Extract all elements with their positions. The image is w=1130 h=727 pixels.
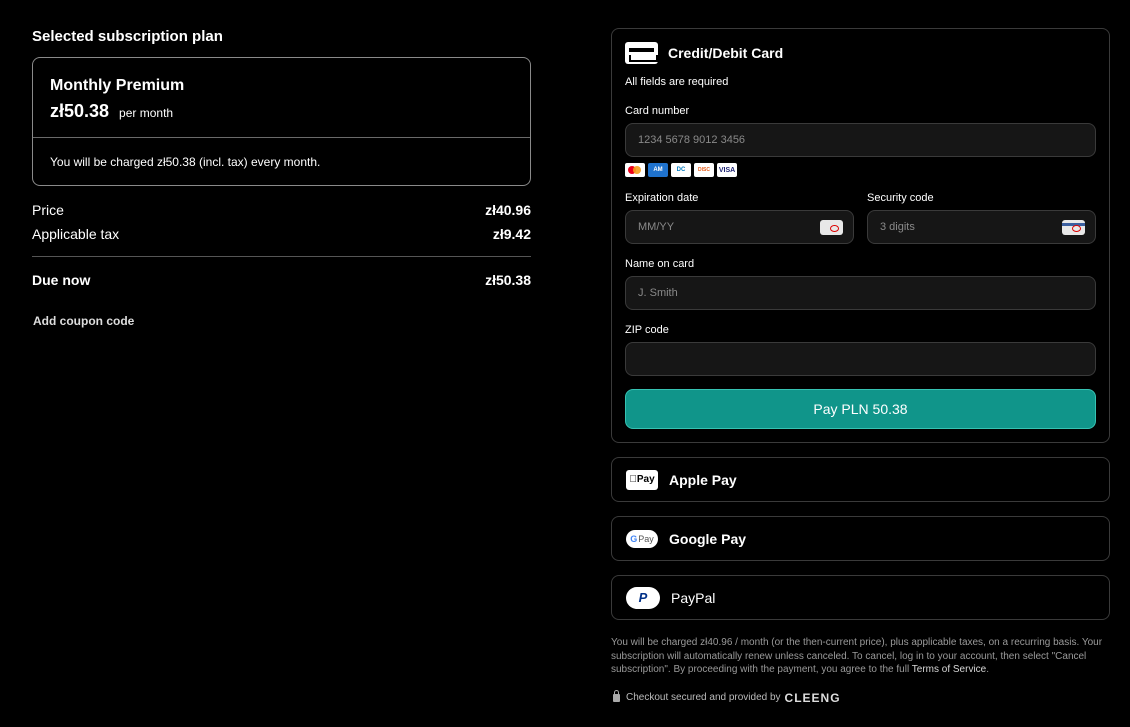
price-value: zł40.96 <box>485 202 531 218</box>
security-code-label: Security code <box>867 192 934 204</box>
apple-pay-icon: Pay <box>626 469 658 490</box>
security-code-input[interactable]: 3 digits <box>867 210 1096 244</box>
add-coupon-link[interactable]: Add coupon code <box>33 314 134 328</box>
lock-icon <box>613 689 620 702</box>
card-number-input[interactable]: 1234 5678 9012 3456 <box>625 123 1096 157</box>
section-title: Selected subscription plan <box>32 28 223 45</box>
divider <box>32 256 531 257</box>
name-on-card-label: Name on card <box>625 258 695 270</box>
amex-icon: AM <box>648 163 668 177</box>
tax-label: Applicable tax <box>32 226 120 242</box>
card-payment-panel: Credit/Debit Card All fields are require… <box>611 28 1110 443</box>
expiration-placeholder: MM/YY <box>638 221 675 233</box>
cleeng-logo: CLEENG <box>784 690 841 705</box>
secured-text: Checkout secured and provided by <box>626 692 781 703</box>
due-row: Due now zł50.38 <box>32 271 531 289</box>
security-placeholder: 3 digits <box>880 221 915 233</box>
card-brands: AM DC DISC VISA <box>625 163 1096 177</box>
apple-pay-label: Apple Pay <box>669 471 737 488</box>
card-number-label: Card number <box>625 105 690 117</box>
mastercard-icon <box>625 163 645 177</box>
expiry-security-row: Expiration date MM/YY Security code 3 di… <box>625 191 1096 244</box>
order-summary: Selected subscription plan Monthly Premi… <box>32 28 531 330</box>
paypal-option[interactable]: P PayPal <box>611 575 1110 620</box>
legal-body: You will be charged zł40.96 / month (or … <box>611 637 1103 675</box>
plan-card: Monthly Premium zł50.38 per month You wi… <box>32 57 531 186</box>
price-row: Price zł40.96 <box>32 201 531 219</box>
card-panel-header[interactable]: Credit/Debit Card <box>625 29 1096 74</box>
price-label: Price <box>32 202 64 218</box>
expiration-label: Expiration date <box>625 192 699 204</box>
google-pay-icon: G Pay <box>626 529 658 548</box>
security-group: Security code 3 digits <box>867 191 1096 244</box>
credit-card-icon <box>625 41 658 64</box>
google-pay-option[interactable]: G Pay Google Pay <box>611 516 1110 561</box>
due-label: Due now <box>32 272 91 288</box>
expiry-group: Expiration date MM/YY <box>625 191 854 244</box>
terms-of-service-link[interactable]: Terms of Service <box>912 664 986 675</box>
card-expiry-icon <box>820 220 843 235</box>
diners-club-icon: DC <box>671 163 691 177</box>
paypal-label: PayPal <box>671 589 716 606</box>
expiration-input[interactable]: MM/YY <box>625 210 854 244</box>
apple-pay-option[interactable]: Pay Apple Pay <box>611 457 1110 502</box>
charge-note: You will be charged zł50.38 (incl. tax) … <box>50 155 321 169</box>
name-on-card-input[interactable]: J. Smith <box>625 276 1096 310</box>
zip-code-input[interactable] <box>625 342 1096 376</box>
plan-header: Monthly Premium zł50.38 per month <box>33 58 530 138</box>
due-value: zł50.38 <box>485 272 531 288</box>
pay-button[interactable]: Pay PLN 50.38 <box>625 389 1096 429</box>
card-panel-title: Credit/Debit Card <box>668 44 784 61</box>
legal-text: You will be charged zł40.96 / month (or … <box>611 636 1110 677</box>
plan-name: Monthly Premium <box>50 77 185 94</box>
google-pay-label: Google Pay <box>669 530 747 547</box>
card-cvv-icon <box>1062 220 1085 235</box>
visa-icon: VISA <box>717 163 737 177</box>
zip-code-label: ZIP code <box>625 324 669 336</box>
discover-icon: DISC <box>694 163 714 177</box>
plan-price: zł50.38 <box>50 101 110 121</box>
tax-value: zł9.42 <box>492 226 531 242</box>
plan-period: per month <box>119 106 174 120</box>
paypal-icon: P <box>626 586 660 609</box>
tax-row: Applicable tax zł9.42 <box>32 225 531 243</box>
legal-suffix: . <box>986 664 990 675</box>
payment-section: Credit/Debit Card All fields are require… <box>611 28 1110 705</box>
secured-note: Checkout secured and provided by CLEENG <box>611 689 1110 705</box>
plan-price-row: zł50.38 per month <box>50 101 513 122</box>
fields-required-note: All fields are required <box>625 76 729 88</box>
